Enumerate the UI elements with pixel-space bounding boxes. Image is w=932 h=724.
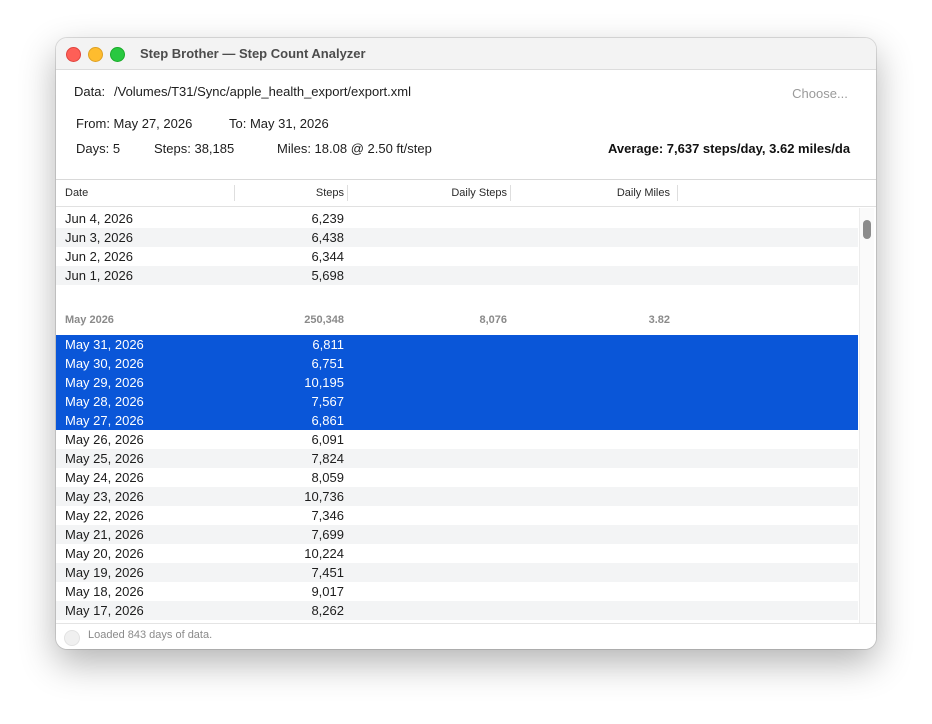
row-steps: 6,344 <box>311 249 344 264</box>
to-date: To: May 31, 2026 <box>229 116 329 131</box>
column-header-daily-miles[interactable]: Daily Miles <box>617 187 670 199</box>
table-row[interactable]: May 23, 2026 10,736 <box>56 487 858 506</box>
average-summary: Average: 7,637 steps/day, 3.62 miles/da <box>608 141 851 156</box>
row-steps: 7,567 <box>311 394 344 409</box>
row-date: May 26, 2026 <box>65 432 144 447</box>
column-header-steps[interactable]: Steps <box>316 187 344 199</box>
row-steps: 6,811 <box>312 337 344 352</box>
table-row[interactable]: May 21, 2026 7,699 <box>56 525 858 544</box>
row-date: May 22, 2026 <box>65 508 144 523</box>
row-steps: 7,451 <box>311 565 344 580</box>
zoom-window-button[interactable] <box>110 47 125 62</box>
title-bar[interactable]: Step Brother — Step Count Analyzer <box>56 38 876 70</box>
status-indicator-icon <box>64 630 80 646</box>
vertical-scrollbar[interactable] <box>859 208 874 623</box>
row-steps: 7,699 <box>311 527 344 542</box>
row-date: May 29, 2026 <box>65 375 144 390</box>
table-row[interactable]: Jun 2, 2026 6,344 <box>56 247 858 266</box>
row-date: May 18, 2026 <box>65 584 144 599</box>
steps-table[interactable]: Date Steps Daily Steps Daily Miles Jun 4… <box>56 179 876 623</box>
table-body: Jun 4, 2026 6,239 Jun 3, 2026 6,438 Jun … <box>56 208 858 623</box>
group-month: May 2026 <box>65 314 114 326</box>
minimize-window-button[interactable] <box>88 47 103 62</box>
status-bar: Loaded 843 days of data. <box>56 623 876 649</box>
table-row-selected[interactable]: May 29, 2026 10,195 <box>56 373 858 392</box>
status-text: Loaded 843 days of data. <box>88 629 213 641</box>
row-steps: 6,239 <box>311 211 344 226</box>
row-date: May 19, 2026 <box>65 565 144 580</box>
row-steps: 9,017 <box>311 584 344 599</box>
row-date: May 28, 2026 <box>65 394 144 409</box>
group-steps: 250,348 <box>304 314 344 326</box>
row-date: May 30, 2026 <box>65 356 144 371</box>
row-date: May 20, 2026 <box>65 546 144 561</box>
data-path: /Volumes/T31/Sync/apple_health_export/ex… <box>114 84 412 99</box>
row-steps: 7,346 <box>311 508 344 523</box>
steps-total: Steps: 38,185 <box>154 141 235 156</box>
row-date: May 21, 2026 <box>65 527 144 542</box>
table-row[interactable]: Jun 4, 2026 6,239 <box>56 209 858 228</box>
row-steps: 6,438 <box>311 230 344 245</box>
from-date: From: May 27, 2026 <box>76 116 193 131</box>
column-header-date[interactable]: Date <box>65 187 88 199</box>
window-title: Step Brother — Step Count Analyzer <box>140 46 366 61</box>
row-date: May 17, 2026 <box>65 603 144 618</box>
column-divider[interactable] <box>510 185 511 201</box>
close-window-button[interactable] <box>66 47 81 62</box>
row-steps: 5,698 <box>311 268 344 283</box>
table-row-selected[interactable]: May 28, 2026 7,567 <box>56 392 858 411</box>
app-window: Step Brother — Step Count Analyzer Data:… <box>56 38 876 649</box>
row-steps: 7,824 <box>311 451 344 466</box>
column-divider[interactable] <box>347 185 348 201</box>
table-row[interactable]: May 24, 2026 8,059 <box>56 468 858 487</box>
group-daily-steps: 8,076 <box>479 314 507 326</box>
group-daily-miles: 3.82 <box>648 314 670 326</box>
table-row-selected[interactable]: May 30, 2026 6,751 <box>56 354 858 373</box>
table-row[interactable]: May 20, 2026 10,224 <box>56 544 858 563</box>
row-steps: 8,262 <box>311 603 344 618</box>
row-date: May 23, 2026 <box>65 489 144 504</box>
table-row[interactable]: May 22, 2026 7,346 <box>56 506 858 525</box>
row-date: Jun 1, 2026 <box>65 268 133 283</box>
row-steps: 10,736 <box>304 489 344 504</box>
table-row[interactable]: May 18, 2026 9,017 <box>56 582 858 601</box>
table-row[interactable]: May 17, 2026 8,262 <box>56 601 858 620</box>
row-date: May 31, 2026 <box>65 337 144 352</box>
summary-header: Data: /Volumes/T31/Sync/apple_health_exp… <box>56 70 876 178</box>
scrollbar-thumb[interactable] <box>863 220 871 239</box>
data-label: Data: <box>74 84 106 99</box>
miles-total: Miles: 18.08 @ 2.50 ft/step <box>277 141 432 156</box>
table-row[interactable]: Jun 3, 2026 6,438 <box>56 228 858 247</box>
row-steps: 8,059 <box>311 470 344 485</box>
column-header-daily-steps[interactable]: Daily Steps <box>451 187 507 199</box>
row-date: May 27, 2026 <box>65 413 144 428</box>
table-row[interactable]: May 19, 2026 7,451 <box>56 563 858 582</box>
row-steps: 10,224 <box>304 546 344 561</box>
row-date: Jun 2, 2026 <box>65 249 133 264</box>
days-count: Days: 5 <box>76 141 121 156</box>
row-date: May 25, 2026 <box>65 451 144 466</box>
row-steps: 6,751 <box>311 356 344 371</box>
column-divider[interactable] <box>677 185 678 201</box>
row-date: Jun 3, 2026 <box>65 230 133 245</box>
table-row[interactable]: May 25, 2026 7,824 <box>56 449 858 468</box>
choose-file-button[interactable]: Choose... <box>782 85 858 105</box>
row-date: May 24, 2026 <box>65 470 144 485</box>
table-row[interactable]: May 26, 2026 6,091 <box>56 430 858 449</box>
row-date: Jun 4, 2026 <box>65 211 133 226</box>
table-row-selected[interactable]: May 27, 2026 6,861 <box>56 411 858 430</box>
month-group-row[interactable]: May 2026 250,348 8,076 3.82 <box>56 311 858 330</box>
table-header: Date Steps Daily Steps Daily Miles <box>56 180 876 207</box>
row-steps: 10,195 <box>304 375 344 390</box>
row-steps: 6,861 <box>311 413 344 428</box>
row-steps: 6,091 <box>311 432 344 447</box>
table-row[interactable]: Jun 1, 2026 5,698 <box>56 266 858 285</box>
table-row-selected[interactable]: May 31, 2026 6,811 <box>56 335 858 354</box>
column-divider[interactable] <box>234 185 235 201</box>
